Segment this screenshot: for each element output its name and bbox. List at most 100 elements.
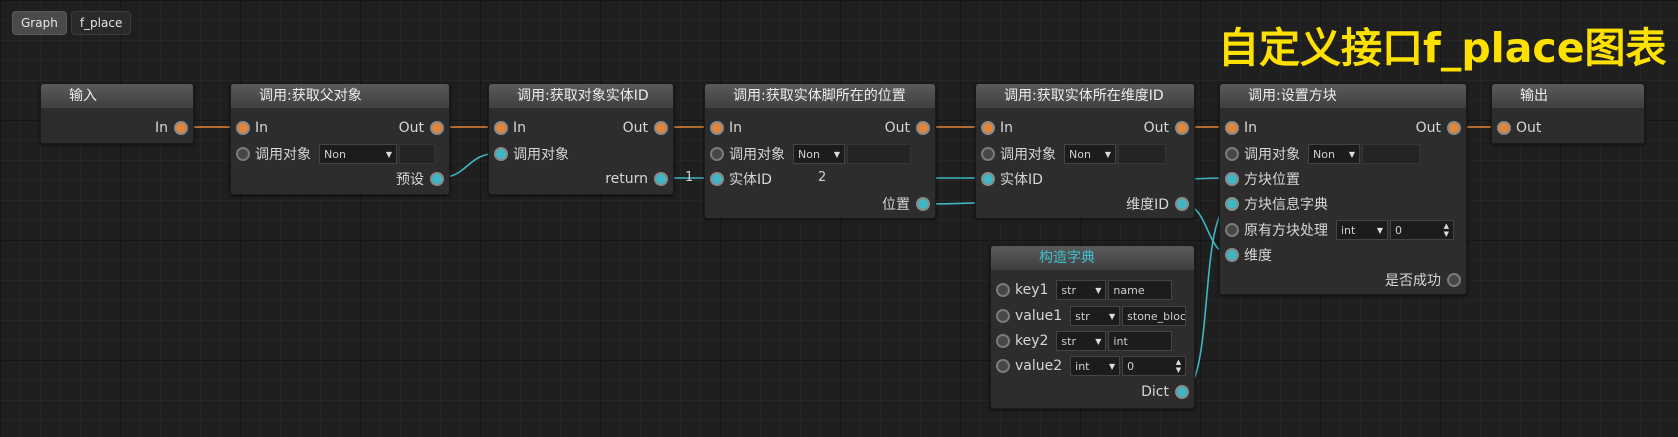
exec-in-pin[interactable] bbox=[494, 121, 508, 135]
key1-type-select[interactable]: str ▼ bbox=[1056, 280, 1107, 300]
target-pin[interactable] bbox=[710, 147, 724, 161]
target-select[interactable]: Non ▼ bbox=[1064, 144, 1116, 164]
pin-label: In bbox=[154, 120, 168, 136]
data-out-pin[interactable] bbox=[1175, 385, 1189, 399]
node-get-dimension-id[interactable]: 调用:获取实体所在维度ID In Out 调用对象 Non ▼ 实体ID 维度ID bbox=[975, 83, 1195, 219]
pin-label: Out bbox=[1415, 120, 1441, 136]
exec-in-pin[interactable] bbox=[981, 121, 995, 135]
node-set-block[interactable]: 调用:设置方块 In Out 调用对象 Non ▼ 方块位置 方块信息字典 原有方… bbox=[1219, 83, 1467, 295]
value1-pin[interactable] bbox=[996, 309, 1010, 323]
pin-label: 调用对象 bbox=[513, 147, 569, 163]
key1-pin[interactable] bbox=[996, 283, 1010, 297]
block-dict-pin[interactable] bbox=[1225, 197, 1239, 211]
pin-row-out: Out bbox=[1144, 116, 1189, 140]
target-select[interactable]: Non ▼ bbox=[1308, 144, 1360, 164]
pin-row-out: Out bbox=[399, 116, 444, 140]
pin-label: 维度 bbox=[1244, 248, 1272, 264]
breadcrumb-f-place[interactable]: f_place bbox=[70, 11, 132, 35]
target-select[interactable]: Non ▼ bbox=[319, 144, 397, 164]
link-label-1: 1 bbox=[685, 170, 694, 185]
pin-row-in: In bbox=[981, 116, 1013, 140]
exec-out-pin[interactable] bbox=[174, 121, 188, 135]
node-get-foot-position[interactable]: 调用:获取实体脚所在的位置 In Out 调用对象 Non ▼ 实体ID 位置 bbox=[704, 83, 936, 219]
pin-row-out: Out bbox=[1416, 116, 1461, 140]
pin-row-target: 调用对象 Non ▼ bbox=[710, 142, 911, 166]
target-pin[interactable] bbox=[236, 147, 250, 161]
entity-id-pin[interactable] bbox=[710, 172, 724, 186]
exec-in-pin[interactable] bbox=[1497, 121, 1511, 135]
node-get-parent[interactable]: 调用:获取父对象 In Out 调用对象 Non ▼ 预设 bbox=[230, 83, 450, 195]
pin-label: In bbox=[255, 120, 269, 136]
value2-type-select[interactable]: int ▼ bbox=[1070, 356, 1121, 376]
key1-value-input[interactable]: name bbox=[1108, 280, 1173, 300]
node-get-entity-id[interactable]: 调用:获取对象实体ID In Out 调用对象 return bbox=[488, 83, 674, 195]
block-pos-pin[interactable] bbox=[1225, 172, 1239, 186]
pin-row-out: Out bbox=[885, 116, 930, 140]
pin-label: key2 bbox=[1015, 333, 1049, 349]
pin-row-entity-id: 实体ID bbox=[710, 167, 772, 191]
pin-label: 预设 bbox=[396, 172, 424, 188]
pin-row-in: In bbox=[494, 116, 526, 140]
data-out-pin[interactable] bbox=[1175, 197, 1189, 211]
pin-row-key2: key2 str ▼ int bbox=[996, 329, 1173, 353]
exec-in-pin[interactable] bbox=[710, 121, 724, 135]
target-pin[interactable] bbox=[1225, 147, 1239, 161]
pin-label: Dict bbox=[1141, 384, 1169, 400]
data-out-pin[interactable] bbox=[916, 197, 930, 211]
exec-in-pin[interactable] bbox=[1225, 121, 1239, 135]
entity-id-pin[interactable] bbox=[981, 172, 995, 186]
key2-value-input[interactable]: int bbox=[1108, 331, 1173, 351]
pin-label: 调用对象 bbox=[1244, 147, 1300, 163]
pin-label: 实体ID bbox=[729, 172, 772, 188]
node-build-dict[interactable]: 构造字典 key1 str ▼ name value1 str ▼ stone_bl… bbox=[990, 245, 1195, 409]
pin-row-preset: 预设 bbox=[396, 167, 444, 191]
target-field[interactable] bbox=[1118, 144, 1166, 164]
pin-label: In bbox=[513, 120, 527, 136]
dimension-pin[interactable] bbox=[1225, 248, 1239, 262]
pin-row-block-pos: 方块位置 bbox=[1225, 167, 1300, 191]
pin-row-in: Out bbox=[1497, 116, 1541, 140]
value2-value-input[interactable]: 0 ▲ ▼ bbox=[1122, 356, 1187, 376]
pin-label: 方块信息字典 bbox=[1244, 197, 1328, 213]
target-field[interactable] bbox=[399, 144, 435, 164]
node-input[interactable]: 输入 In bbox=[40, 83, 194, 144]
exec-out-pin[interactable] bbox=[430, 121, 444, 135]
pin-row-value2: value2 int ▼ 0 ▲ ▼ bbox=[996, 354, 1187, 378]
pin-label: 调用对象 bbox=[729, 147, 785, 163]
target-field[interactable] bbox=[1362, 144, 1420, 164]
pin-label: Out bbox=[1516, 120, 1542, 136]
data-out-pin[interactable] bbox=[430, 172, 444, 186]
old-handling-value-input[interactable]: 0 ▲ ▼ bbox=[1390, 220, 1454, 240]
pin-label: Out bbox=[1143, 120, 1169, 136]
key2-pin[interactable] bbox=[996, 334, 1010, 348]
pin-label: key1 bbox=[1015, 282, 1049, 298]
pin-row-return: return bbox=[605, 167, 668, 191]
exec-out-pin[interactable] bbox=[654, 121, 668, 135]
pin-label: value2 bbox=[1015, 358, 1063, 374]
value2-pin[interactable] bbox=[996, 359, 1010, 373]
exec-in-pin[interactable] bbox=[236, 121, 250, 135]
old-handling-pin[interactable] bbox=[1225, 223, 1239, 237]
old-handling-type-select[interactable]: int ▼ bbox=[1336, 220, 1388, 240]
target-pin[interactable] bbox=[981, 147, 995, 161]
exec-out-pin[interactable] bbox=[916, 121, 930, 135]
breadcrumb-graph[interactable]: Graph bbox=[12, 11, 67, 35]
key2-type-select[interactable]: str ▼ bbox=[1056, 331, 1107, 351]
node-title: 调用:获取对象实体ID bbox=[489, 84, 673, 108]
value1-value-input[interactable]: stone_block bbox=[1122, 306, 1187, 326]
data-out-pin[interactable] bbox=[654, 172, 668, 186]
node-title: 输入 bbox=[41, 84, 193, 108]
node-output[interactable]: 输出 Out bbox=[1491, 83, 1645, 144]
pin-row-position: 位置 bbox=[882, 192, 930, 216]
pin-row-entity-id: 实体ID bbox=[981, 167, 1043, 191]
data-out-pin[interactable] bbox=[1447, 273, 1461, 287]
pin-row-out: Out bbox=[623, 116, 668, 140]
pin-row-in: In bbox=[1225, 116, 1257, 140]
node-title: 输出 bbox=[1492, 84, 1644, 108]
target-field[interactable] bbox=[847, 144, 911, 164]
target-pin[interactable] bbox=[494, 147, 508, 161]
exec-out-pin[interactable] bbox=[1447, 121, 1461, 135]
exec-out-pin[interactable] bbox=[1175, 121, 1189, 135]
target-select[interactable]: Non ▼ bbox=[793, 144, 845, 164]
value1-type-select[interactable]: str ▼ bbox=[1070, 306, 1121, 326]
